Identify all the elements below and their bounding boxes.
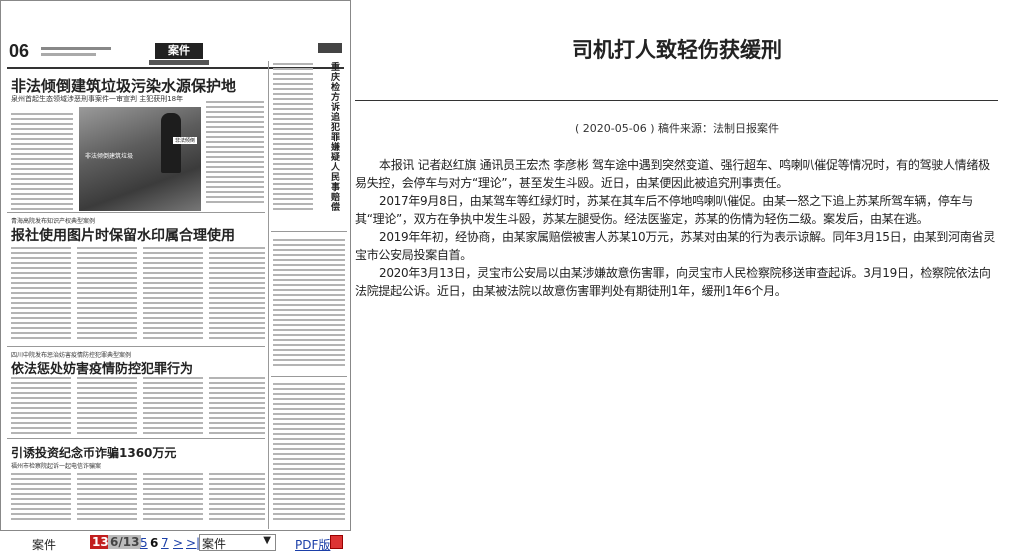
newspaper-section-logo: 案件 xyxy=(155,43,203,59)
column-divider xyxy=(7,438,265,439)
vertical-headline-text: 重庆检方诉追犯罪嫌疑人民事赔偿 xyxy=(331,63,341,213)
newspaper-text-block xyxy=(273,239,345,369)
section-select[interactable]: 案件 ▼ xyxy=(199,534,276,551)
page-of-total-badge: 6/13 xyxy=(108,535,142,549)
newspaper-page-preview[interactable]: 06 案件 非法倾倒建筑垃圾污染水源保护地 泉州首起生态领域涉恶刑事案件一审宣判… xyxy=(0,0,351,531)
column-divider xyxy=(271,231,347,232)
newspaper-subheadline: 福州市检察院起诉一起电信诈骗案 xyxy=(11,463,102,470)
last-page-link[interactable]: >| xyxy=(186,536,200,550)
newspaper-text-block xyxy=(143,247,203,342)
newspaper-photo: 非法倾倒 非法倾倒建筑垃圾 xyxy=(79,107,201,211)
column-divider xyxy=(7,346,265,347)
newspaper-text-block xyxy=(11,113,73,213)
newspaper-headline[interactable]: 非法倾倒建筑垃圾污染水源保护地 xyxy=(11,75,236,96)
newspaper-headline[interactable]: 依法惩处妨害疫情防控犯罪行为 xyxy=(11,358,193,377)
title-divider xyxy=(355,100,998,101)
article-paragraph: 2020年3月13日，灵宝市公安局以由某涉嫌故意伤害罪，向灵宝市人民检察院移送审… xyxy=(355,266,991,298)
newspaper-text-block xyxy=(77,377,137,437)
masthead-meta-line xyxy=(41,47,111,50)
newspaper-logo-bar xyxy=(149,60,209,65)
newspaper-headline[interactable]: 报社使用图片时保留水印属合理使用 xyxy=(11,225,235,245)
newspaper-subheadline: 泉州首起生态领域涉恶刑事案件一审宣判 主犯获刑18年 xyxy=(11,95,184,103)
section-label: 案件 xyxy=(32,538,57,552)
newspaper-text-block xyxy=(11,247,71,342)
newspaper-text-block xyxy=(77,247,137,342)
page-link-prev[interactable]: 5 xyxy=(140,536,148,550)
newspaper-brand-mark xyxy=(318,43,342,53)
article-byline: ( 2020-05-06 ) 稿件来源：法制日报案件 xyxy=(575,122,779,135)
newspaper-text-block xyxy=(206,101,264,206)
photo-caption: 非法倾倒建筑垃圾 xyxy=(85,153,134,160)
newspaper-text-block xyxy=(11,473,71,523)
article-body: 本报讯 记者赵红旗 通讯员王宏杰 李彦彬 驾车途中遇到突然变道、强行超车、鸣喇叭… xyxy=(355,156,997,300)
page-link-current: 6 xyxy=(150,536,159,550)
newspaper-text-block xyxy=(77,473,137,523)
newspaper-text-block xyxy=(209,247,265,342)
column-divider xyxy=(271,376,347,377)
article-paragraph: 本报讯 记者赵红旗 通讯员王宏杰 李彦彬 驾车途中遇到突然变道、强行超车、鸣喇叭… xyxy=(355,158,990,190)
newspaper-headline[interactable]: 引诱投资纪念币诈骗1360万元 xyxy=(11,444,176,461)
page-navigation: 案件 13 6/13 5 6 7 > >| 案件 ▼ PDF版 xyxy=(0,533,351,553)
pdf-icon[interactable] xyxy=(330,535,343,549)
newspaper-text-block xyxy=(273,383,345,523)
newspaper-text-block xyxy=(209,473,265,523)
newspaper-text-block xyxy=(143,377,203,437)
column-divider xyxy=(268,61,269,529)
masthead-meta-line xyxy=(41,53,96,56)
chevron-down-icon: ▼ xyxy=(263,535,271,546)
article-paragraph: 2019年年初，经协商，由某家属赔偿被害人苏某10万元，苏某对由某的行为表示谅解… xyxy=(355,230,995,262)
newspaper-kicker: 青海高院发布知识产权典型案例 xyxy=(11,218,96,225)
next-page-link[interactable]: > xyxy=(173,536,183,550)
newspaper-text-block xyxy=(273,63,313,213)
article-paragraph: 2017年9月8日，由某驾车等红绿灯时，苏某在其车后不停地鸣喇叭催促。由某一怒之… xyxy=(355,194,973,226)
pdf-download-link[interactable]: PDF版 xyxy=(295,536,330,553)
newspaper-vertical-headline[interactable]: 重庆检方诉追犯罪嫌疑人民事赔偿 xyxy=(317,63,347,213)
newspaper-text-block xyxy=(209,377,265,437)
newspaper-page-number: 06 xyxy=(9,41,30,61)
section-select-value: 案件 xyxy=(202,537,227,551)
newspaper-text-block xyxy=(143,473,203,523)
page-link-next[interactable]: 7 xyxy=(161,536,169,550)
article-title: 司机打人致轻伤获缓刑 xyxy=(572,37,782,62)
photo-tag: 非法倾倒 xyxy=(172,137,197,144)
newspaper-text-block xyxy=(11,377,71,437)
